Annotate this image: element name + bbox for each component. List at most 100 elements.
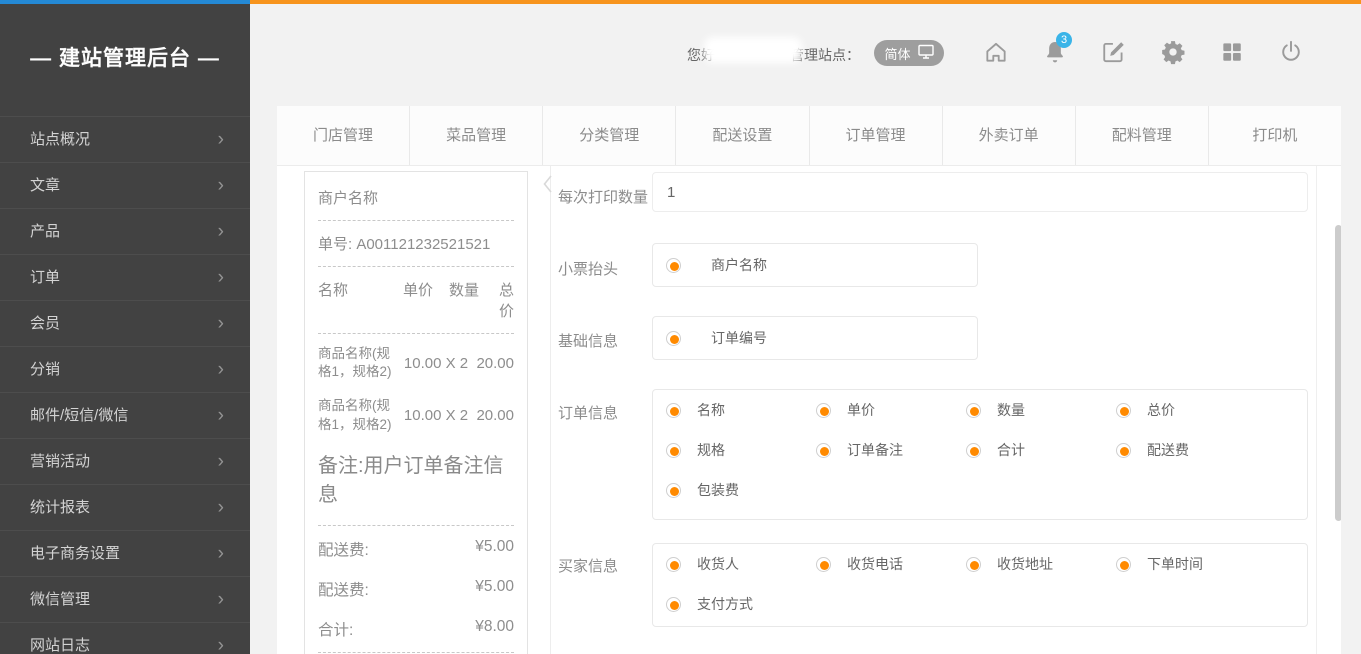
- chevron-right-icon: ›: [218, 623, 224, 654]
- tab[interactable]: 菜品管理: [409, 106, 542, 165]
- radio-option[interactable]: 订单备注: [816, 430, 966, 470]
- tab[interactable]: 订单管理: [809, 106, 942, 165]
- vertical-scrollbar[interactable]: [1335, 225, 1341, 521]
- collapse-panel-icon[interactable]: [543, 175, 552, 198]
- radio-selected-icon[interactable]: [666, 403, 681, 418]
- chevron-right-icon: ›: [218, 439, 224, 484]
- col-unit-price: 单价: [394, 279, 442, 321]
- radio-selected-icon[interactable]: [966, 403, 981, 418]
- language-button[interactable]: 简体: [874, 40, 944, 66]
- radio-option[interactable]: 包装费: [666, 470, 816, 510]
- receipt-fees: 配送费: ¥5.00 配送费: ¥5.00 合计: ¥8.00: [318, 529, 514, 649]
- print-count-label: 每次打印数量: [558, 186, 648, 207]
- sidebar-item[interactable]: 分销 ›: [0, 346, 250, 392]
- receipt-items: 商品名称(规格1，规格2) 10.00 X 2 20.00 商品名称(规格1，规…: [318, 337, 514, 442]
- dashed-divider: [318, 652, 514, 653]
- radio-option[interactable]: 单价: [816, 390, 966, 430]
- module-tabs: 门店管理菜品管理分类管理配送设置订单管理外卖订单配料管理打印机: [277, 106, 1341, 166]
- radio-selected-icon[interactable]: [666, 443, 681, 458]
- sidebar-item-label: 微信管理: [30, 577, 90, 622]
- radio-selected-icon[interactable]: [666, 483, 681, 498]
- sidebar-item[interactable]: 微信管理 ›: [0, 576, 250, 622]
- radio-option[interactable]: 订单编号: [666, 318, 767, 358]
- radio-option[interactable]: 合计: [966, 430, 1116, 470]
- radio-selected-icon[interactable]: [666, 597, 681, 612]
- radio-option[interactable]: 收货电话: [816, 544, 966, 584]
- receipt-note: 备注:用户订单备注信息: [318, 442, 514, 522]
- radio-selected-icon[interactable]: [816, 443, 831, 458]
- tab[interactable]: 分类管理: [542, 106, 675, 165]
- radio-option[interactable]: 总价: [1116, 390, 1266, 430]
- sidebar-item[interactable]: 网站日志 ›: [0, 622, 250, 654]
- radio-option[interactable]: 下单时间: [1116, 544, 1266, 584]
- radio-selected-icon[interactable]: [1116, 557, 1131, 572]
- radio-option-label: 收货电话: [847, 554, 903, 574]
- tab[interactable]: 配料管理: [1075, 106, 1208, 165]
- radio-selected-icon[interactable]: [816, 403, 831, 418]
- radio-option-label: 包装费: [697, 480, 739, 500]
- radio-selected-icon[interactable]: [666, 331, 681, 346]
- sidebar-item[interactable]: 会员 ›: [0, 300, 250, 346]
- radio-option[interactable]: 收货人: [666, 544, 816, 584]
- sidebar-item-label: 网站日志: [30, 623, 90, 654]
- sidebar-item-label: 统计报表: [30, 485, 90, 530]
- radio-selected-icon[interactable]: [816, 557, 831, 572]
- panel-divider: [550, 166, 551, 654]
- sidebar-item[interactable]: 文章 ›: [0, 162, 250, 208]
- receipt-fee-row: 合计: ¥8.00: [318, 609, 514, 649]
- radio-selected-icon[interactable]: [666, 557, 681, 572]
- receipt-item: 商品名称(规格1，规格2) 10.00 X 2 20.00: [318, 389, 514, 441]
- radio-selected-icon[interactable]: [1116, 443, 1131, 458]
- radio-selected-icon[interactable]: [966, 443, 981, 458]
- radio-option-label: 支付方式: [697, 594, 753, 614]
- sidebar-item-label: 订单: [30, 255, 60, 300]
- print-count-input[interactable]: [652, 172, 1308, 212]
- receipt-merchant-name: 商户名称: [318, 180, 514, 217]
- main-top-accent: [250, 0, 1361, 4]
- chevron-right-icon: ›: [218, 485, 224, 530]
- sidebar-item[interactable]: 统计报表 ›: [0, 484, 250, 530]
- radio-option[interactable]: 名称: [666, 390, 816, 430]
- chevron-right-icon: ›: [218, 577, 224, 622]
- sidebar-item[interactable]: 营销活动 ›: [0, 438, 250, 484]
- tab[interactable]: 门店管理: [277, 106, 409, 165]
- language-label: 简体: [884, 44, 910, 63]
- radio-option[interactable]: 商户名称: [666, 245, 767, 285]
- radio-selected-icon[interactable]: [966, 557, 981, 572]
- sidebar-top-accent: [0, 0, 250, 4]
- tab[interactable]: 打印机: [1208, 106, 1341, 165]
- sidebar-item-label: 分销: [30, 347, 60, 392]
- receipt-fee-row: 配送费: ¥5.00: [318, 569, 514, 609]
- chevron-right-icon: ›: [218, 531, 224, 576]
- radio-selected-icon[interactable]: [666, 258, 681, 273]
- home-icon[interactable]: [983, 39, 1009, 65]
- sidebar-item[interactable]: 站点概况 ›: [0, 116, 250, 162]
- radio-selected-icon[interactable]: [1116, 403, 1131, 418]
- sidebar-item[interactable]: 订单 ›: [0, 254, 250, 300]
- radio-option[interactable]: 收货地址: [966, 544, 1116, 584]
- radio-option-label: 订单备注: [847, 440, 903, 460]
- radio-option[interactable]: 支付方式: [666, 584, 816, 624]
- receipt-order-no: 单号: A001121232521521: [318, 224, 514, 263]
- sidebar-item[interactable]: 邮件/短信/微信 ›: [0, 392, 250, 438]
- sidebar-item[interactable]: 产品 ›: [0, 208, 250, 254]
- app-title: — 建站管理后台 —: [0, 42, 250, 72]
- dashed-divider: [318, 525, 514, 526]
- tab[interactable]: 配送设置: [675, 106, 808, 165]
- radio-option[interactable]: 规格: [666, 430, 816, 470]
- gear-icon[interactable]: [1160, 39, 1186, 65]
- chevron-right-icon: ›: [218, 301, 224, 346]
- col-name: 名称: [318, 279, 394, 321]
- content-card: 商户名称 单号: A001121232521521 名称 单价 数量 总价 商品…: [277, 166, 1341, 654]
- apps-grid-icon[interactable]: [1219, 39, 1245, 65]
- compose-icon[interactable]: [1101, 39, 1127, 65]
- tab[interactable]: 外卖订单: [942, 106, 1075, 165]
- sidebar-menu: 站点概况 › 文章 › 产品 › 订单 › 会员 › 分销 › 邮件/短信/微信…: [0, 116, 250, 654]
- power-icon[interactable]: [1278, 39, 1304, 65]
- radio-option[interactable]: 数量: [966, 390, 1116, 430]
- sidebar-item[interactable]: 电子商务设置 ›: [0, 530, 250, 576]
- chevron-right-icon: ›: [218, 209, 224, 254]
- radio-option-label: 名称: [697, 400, 725, 420]
- radio-option[interactable]: 配送费: [1116, 430, 1266, 470]
- radio-option-label: 下单时间: [1147, 554, 1203, 574]
